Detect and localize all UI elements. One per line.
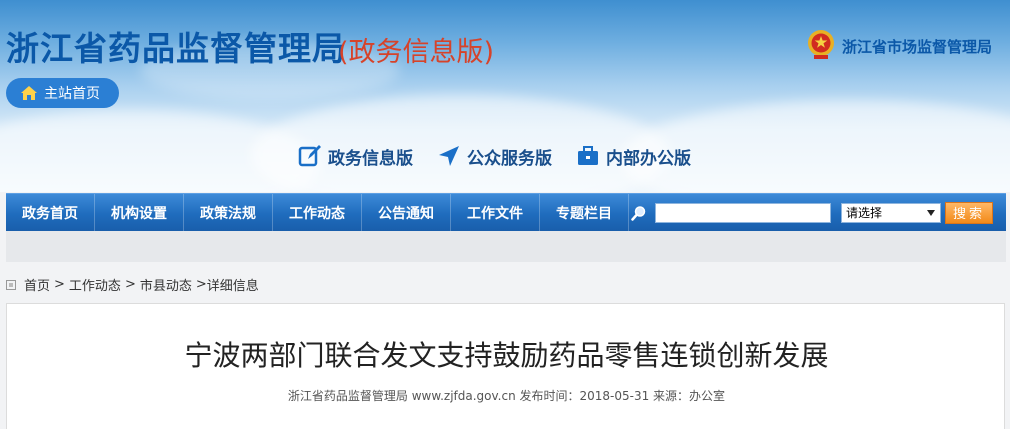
version-gov-info[interactable]: 政务信息版 <box>298 144 413 169</box>
breadcrumb-work-news[interactable]: 工作动态 <box>69 275 121 294</box>
nav-item-policies[interactable]: 政策法规 <box>184 193 273 232</box>
breadcrumb-separator: > <box>195 277 207 292</box>
home-icon <box>21 86 37 100</box>
breadcrumb-separator: > <box>124 277 136 292</box>
site-subtitle: (政务信息版) <box>338 37 495 68</box>
version-label: 内部办公版 <box>606 148 691 169</box>
version-public-service[interactable]: 公众服务版 <box>437 144 552 169</box>
main-nav: 政务首页 机构设置 政策法规 工作动态 公告通知 工作文件 专题栏目 请选择 搜… <box>6 193 1006 232</box>
site-banner: 浙江省药品监督管理局 (政务信息版) 浙江省市场监督管理局 主站首页 政务信息版… <box>0 0 1010 192</box>
national-emblem-icon <box>808 30 834 59</box>
version-internal-office[interactable]: 内部办公版 <box>576 144 691 169</box>
home-button[interactable]: 主站首页 <box>6 78 119 108</box>
nav-item-announcements[interactable]: 公告通知 <box>362 193 451 232</box>
search-category-select[interactable]: 请选择 <box>841 202 941 223</box>
article-panel: 宁波两部门联合发文支持鼓励药品零售连锁创新发展 浙江省药品监督管理局 www.z… <box>6 303 1005 429</box>
version-switcher: 政务信息版 公众服务版 内部办公版 <box>298 142 715 170</box>
select-value: 请选择 <box>846 206 883 220</box>
edit-icon <box>298 145 321 167</box>
nav-item-gov-home[interactable]: 政务首页 <box>6 193 95 232</box>
search-icon <box>631 205 647 221</box>
article-meta: 浙江省药品监督管理局 www.zjfda.gov.cn 发布时间：2018-05… <box>287 389 726 403</box>
subnav-bar <box>6 231 1006 262</box>
chevron-down-icon <box>927 209 935 216</box>
breadcrumb-current: 详细信息 <box>206 279 259 294</box>
home-button-label: 主站首页 <box>44 86 100 102</box>
briefcase-icon <box>578 146 598 165</box>
location-icon <box>6 279 16 290</box>
paper-plane-icon <box>439 146 459 166</box>
breadcrumb-county-news[interactable]: 市县动态 <box>140 275 192 294</box>
search-button[interactable]: 搜索 <box>945 201 993 224</box>
site-title: 浙江省药品监督管理局 <box>6 29 346 68</box>
nav-item-work-news[interactable]: 工作动态 <box>273 193 362 232</box>
bureau-name[interactable]: 浙江省市场监督管理局 <box>842 36 992 57</box>
search-input[interactable] <box>655 202 831 223</box>
article-title: 宁波两部门联合发文支持鼓励药品零售连锁创新发展 <box>184 339 829 372</box>
breadcrumb-home[interactable]: 首页 <box>24 275 50 294</box>
version-label: 公众服务版 <box>467 148 552 169</box>
nav-item-organization[interactable]: 机构设置 <box>95 193 184 232</box>
nav-item-work-documents[interactable]: 工作文件 <box>451 193 540 232</box>
breadcrumb: 首页 > 工作动态 > 市县动态 > 详细信息 <box>6 275 259 294</box>
breadcrumb-separator: > <box>54 277 65 292</box>
version-label: 政务信息版 <box>328 148 413 169</box>
nav-item-special-topics[interactable]: 专题栏目 <box>540 193 629 232</box>
